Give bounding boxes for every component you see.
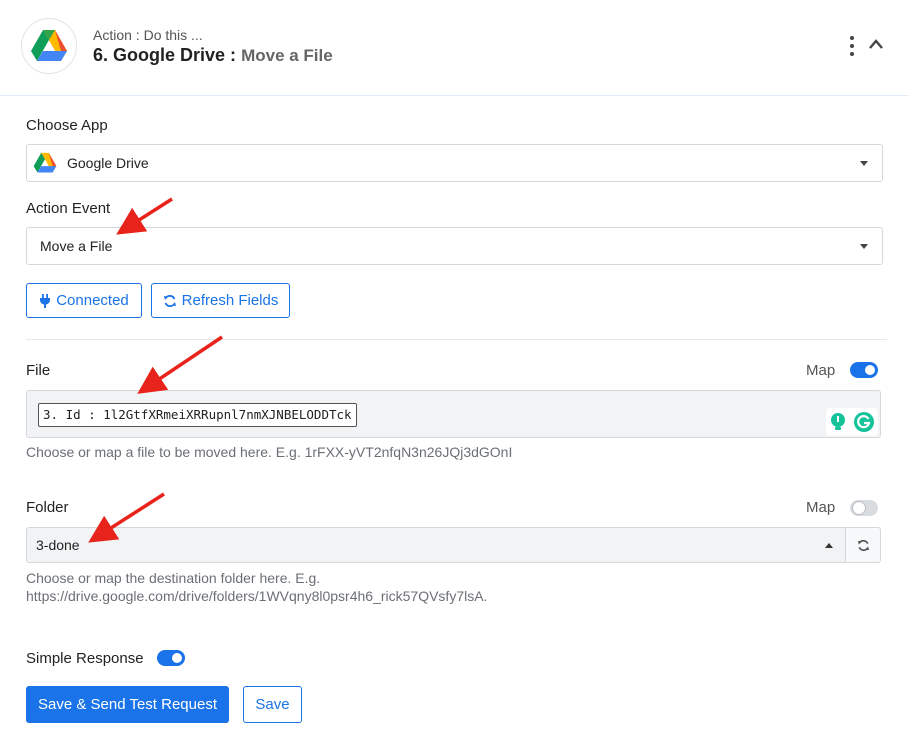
step-title: 6. Google Drive : Move a File [93, 45, 333, 66]
grammarly-icon[interactable] [853, 411, 875, 433]
save-button[interactable]: Save [243, 686, 302, 723]
action-event-select[interactable]: Move a File [26, 227, 883, 265]
folder-help-text: Choose or map the destination folder her… [26, 569, 487, 605]
step-action-name: Move a File [241, 46, 333, 65]
google-drive-icon [33, 152, 57, 173]
step-header: Action : Do this ... 6. Google Drive : M… [0, 0, 909, 96]
refresh-fields-button[interactable]: Refresh Fields [151, 283, 290, 318]
caret-down-icon [860, 161, 868, 166]
file-help-text: Choose or map a file to be moved here. E… [26, 444, 513, 460]
caret-up-icon [825, 543, 833, 548]
caret-down-icon [860, 244, 868, 249]
step-app-name: 6. Google Drive : [93, 45, 237, 65]
app-logo [21, 18, 77, 74]
simple-response-toggle[interactable] [157, 650, 185, 666]
simple-response-label: Simple Response [26, 650, 144, 667]
folder-map-label: Map [806, 499, 836, 516]
lightbulb-icon[interactable] [829, 412, 847, 432]
folder-help-line2: https://drive.google.com/drive/folders/1… [26, 588, 488, 604]
connected-label: Connected [56, 292, 129, 309]
choose-app-label: Choose App [26, 117, 108, 134]
step-subtitle: Action : Do this ... [93, 27, 203, 43]
google-drive-icon [31, 30, 67, 61]
file-map-label: Map [806, 362, 836, 379]
folder-map-toggle[interactable] [850, 500, 878, 516]
choose-app-value: Google Drive [67, 155, 149, 171]
annotation-arrow-action-event [116, 197, 173, 235]
connected-button[interactable]: Connected [26, 283, 142, 318]
refresh-fields-label: Refresh Fields [181, 292, 279, 309]
more-options-icon[interactable] [844, 36, 860, 56]
annotation-arrows [88, 197, 223, 543]
folder-refresh-button[interactable] [846, 527, 881, 563]
plug-icon [40, 293, 51, 308]
refresh-icon [163, 294, 176, 307]
file-map-toggle[interactable] [850, 362, 878, 378]
refresh-icon [857, 539, 869, 551]
action-event-label: Action Event [26, 200, 111, 217]
section-divider [26, 339, 887, 340]
folder-label: Folder [26, 499, 69, 516]
annotation-arrow-file [137, 335, 223, 394]
folder-select[interactable]: 3-done [26, 527, 846, 563]
extension-icons [826, 408, 878, 436]
folder-help-line1: Choose or map the destination folder her… [26, 570, 321, 586]
folder-value: 3-done [36, 537, 80, 553]
action-event-value: Move a File [40, 238, 113, 254]
save-send-test-button[interactable]: Save & Send Test Request [26, 686, 229, 723]
choose-app-select[interactable]: Google Drive [26, 144, 883, 182]
file-mapped-token[interactable]: 3. Id : 1l2GtfXRmeiXRRupnl7nmXJNBELODDTc… [38, 403, 357, 427]
file-label: File [26, 362, 51, 379]
file-input[interactable]: 3. Id : 1l2GtfXRmeiXRRupnl7nmXJNBELODDTc… [26, 390, 881, 438]
chevron-up-icon[interactable] [866, 36, 886, 52]
